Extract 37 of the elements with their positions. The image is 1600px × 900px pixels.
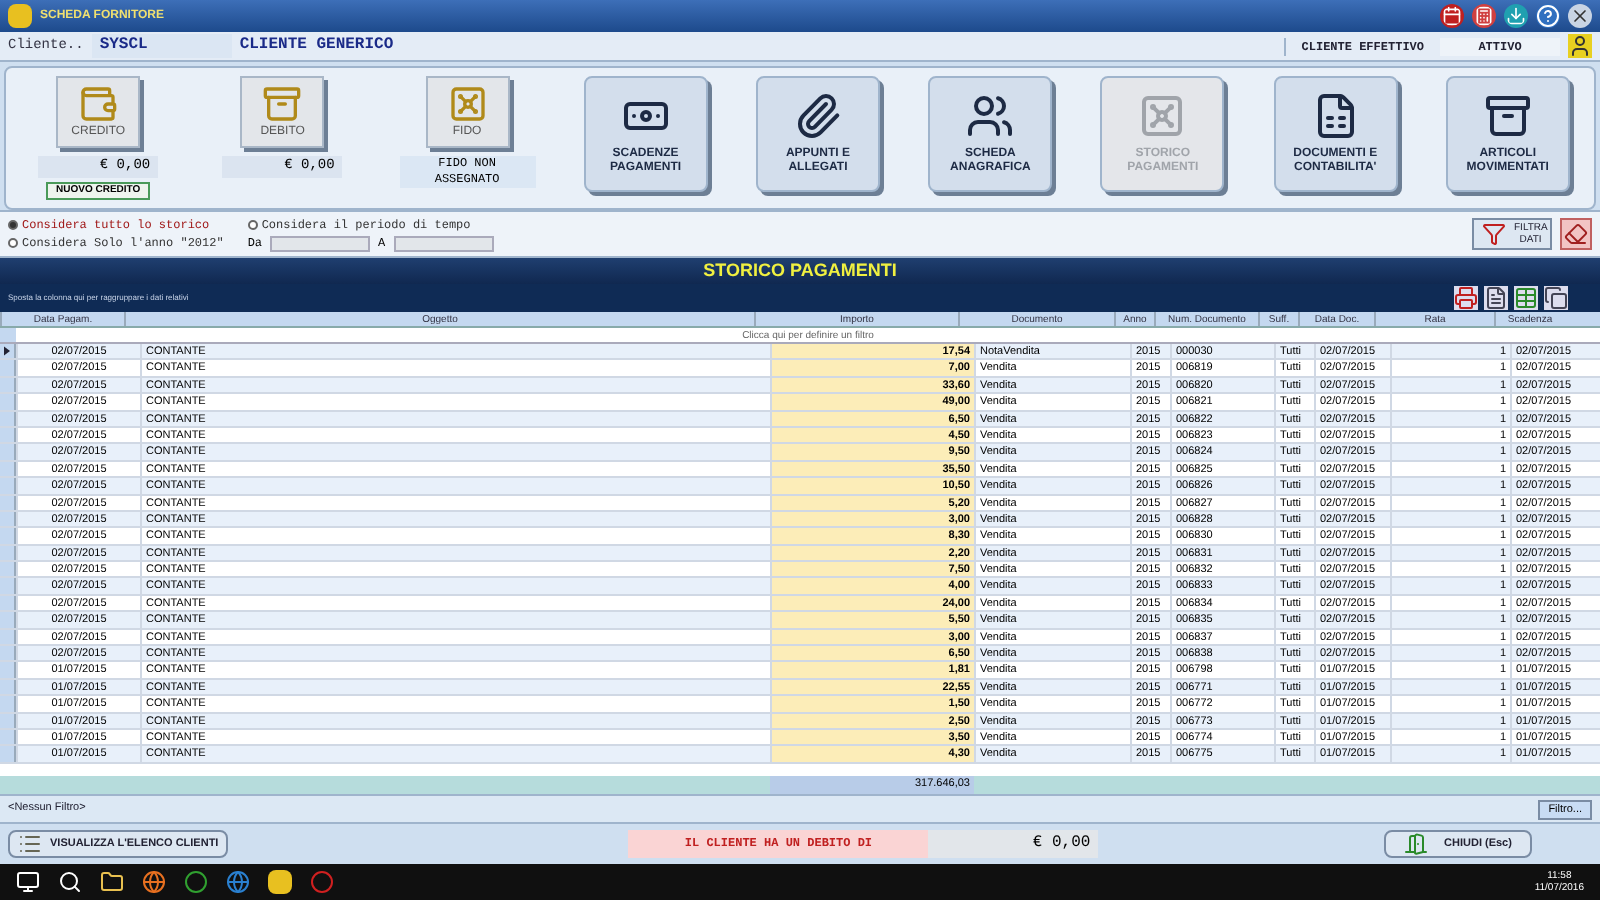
- debt-amount-field: € 0,00: [928, 830, 1099, 858]
- client-name: CLIENTE GENERICO: [239, 34, 394, 58]
- calculator-icon[interactable]: [1472, 4, 1496, 28]
- folder-icon[interactable]: [100, 870, 124, 894]
- app-logo-icon: [8, 4, 32, 28]
- funnel-icon: [1482, 222, 1506, 246]
- table-icon[interactable]: [1514, 286, 1538, 310]
- eraser-button[interactable]: [1560, 218, 1592, 250]
- cabinet-icon: [1483, 92, 1532, 140]
- globe-icon[interactable]: [226, 870, 250, 894]
- calendar-icon[interactable]: [1440, 4, 1464, 28]
- download-icon[interactable]: [1504, 4, 1528, 28]
- person-icon[interactable]: [1568, 34, 1592, 58]
- copy-icon[interactable]: [1544, 286, 1568, 310]
- circle-icon[interactable]: [310, 870, 334, 894]
- cabinet-icon: [262, 83, 303, 123]
- eraser-icon: [1564, 222, 1588, 246]
- row-indicator[interactable]: [0, 344, 16, 359]
- grid-title: STORICO PAGAMENTI: [0, 258, 1600, 284]
- circle-icon[interactable]: [184, 870, 208, 894]
- door-icon: [1404, 832, 1429, 856]
- printer-icon[interactable]: [1454, 286, 1478, 310]
- close-icon[interactable]: [1568, 4, 1592, 28]
- wallet-icon: [78, 83, 119, 123]
- date-field[interactable]: [270, 235, 371, 251]
- vault-icon: [447, 83, 488, 123]
- app-taskbar-icon[interactable]: [268, 870, 292, 894]
- search-icon[interactable]: [58, 870, 82, 894]
- globe-icon[interactable]: [142, 870, 166, 894]
- document-icon[interactable]: [1484, 286, 1508, 310]
- paperclip-icon: [793, 92, 842, 140]
- users-icon: [966, 92, 1015, 140]
- date-field[interactable]: [393, 235, 494, 251]
- client-code: SYSCL: [91, 34, 232, 58]
- current-row-marker-icon: [4, 346, 10, 357]
- help-icon[interactable]: [1536, 4, 1560, 28]
- vault-icon: [1138, 92, 1187, 140]
